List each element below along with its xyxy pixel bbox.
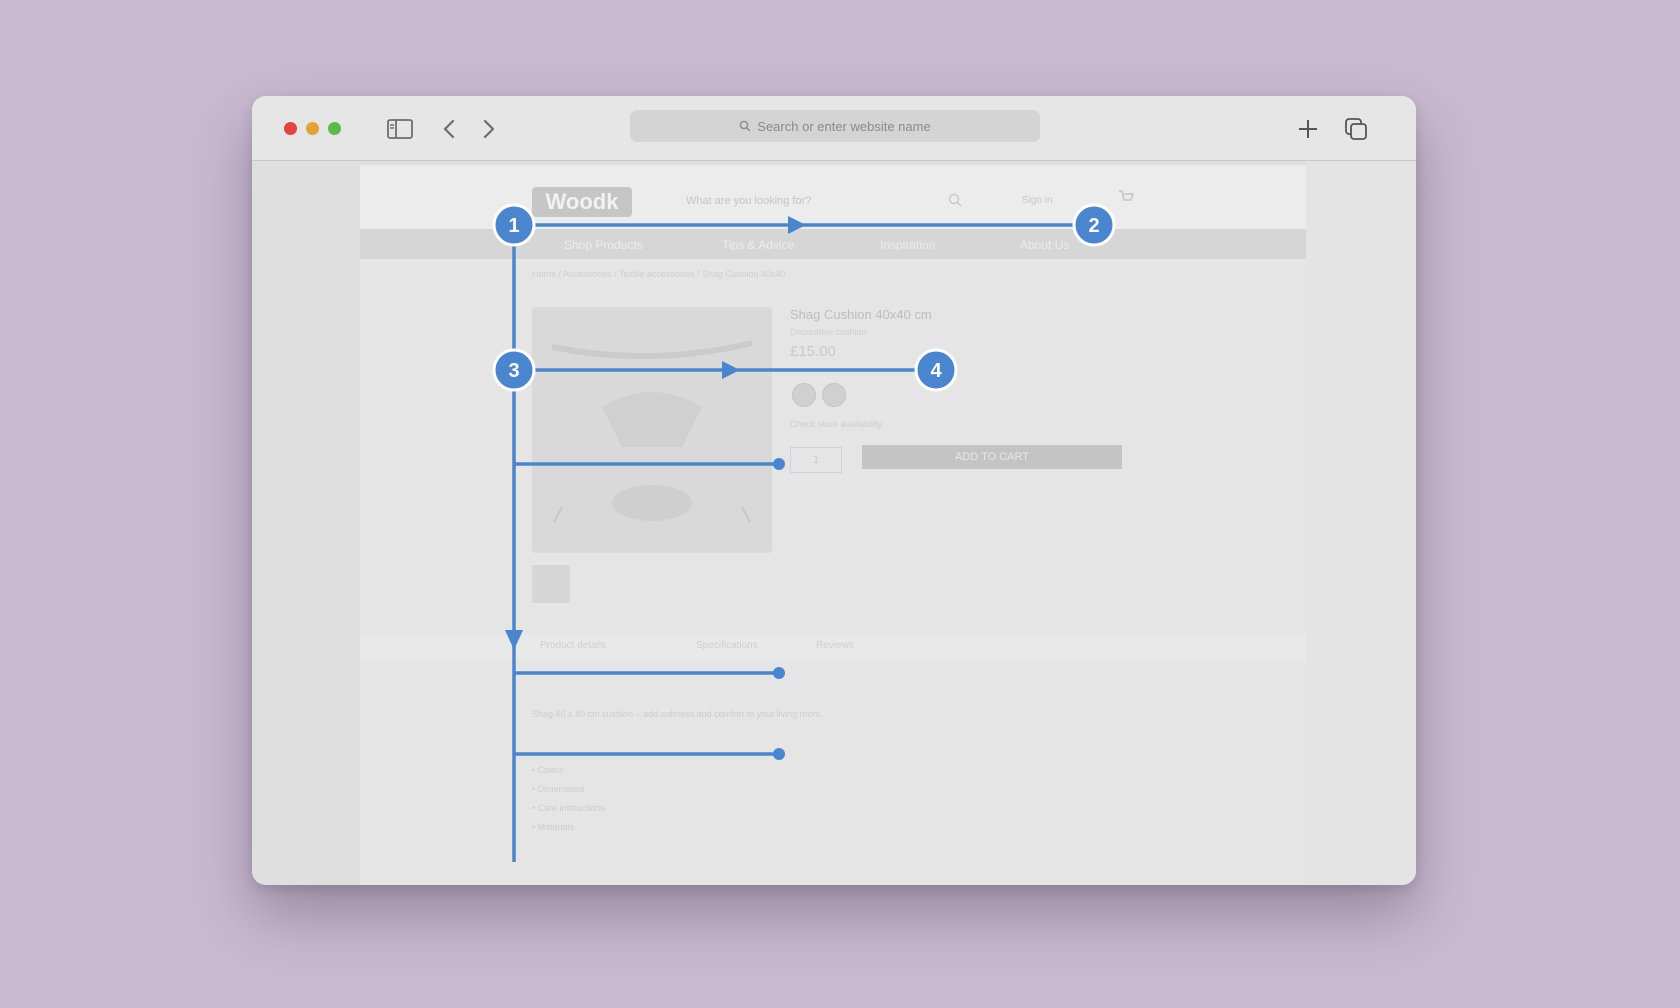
product-tabs: Product details Specifications Reviews xyxy=(360,635,1306,659)
flow-marker-label: 1 xyxy=(508,215,519,237)
tab-overview-icon[interactable] xyxy=(1342,116,1370,142)
nav-item-about[interactable]: About Us xyxy=(1020,238,1069,252)
flow-marker-1: 1 xyxy=(492,203,536,247)
flow-marker-label: 4 xyxy=(930,360,942,382)
webpage-wireframe: Woodk What are you looking for? Sign in … xyxy=(360,165,1306,885)
product-subtitle: Decorative cushion xyxy=(790,327,867,337)
zoom-window-button[interactable] xyxy=(328,122,341,135)
list-item: Materials xyxy=(532,818,605,837)
quantity-stepper[interactable]: 1 xyxy=(790,447,842,473)
site-logo[interactable]: Woodk xyxy=(532,187,632,217)
nav-item-inspiration[interactable]: Inspiration xyxy=(880,238,935,252)
address-placeholder: Search or enter website name xyxy=(757,118,931,134)
back-arrow-icon[interactable] xyxy=(436,116,464,142)
new-tab-plus-icon[interactable] xyxy=(1294,116,1322,142)
browser-toolbar: Search or enter website name xyxy=(252,96,1416,161)
flow-marker-3: 3 xyxy=(492,348,536,392)
browser-content: Woodk What are you looking for? Sign in … xyxy=(252,161,1416,885)
account-link[interactable]: Sign in xyxy=(1022,195,1053,206)
tab-details[interactable]: Product details xyxy=(540,640,606,651)
product-description: Shag 40 x 40 cm cushion – add softness a… xyxy=(532,709,823,719)
product-image[interactable] xyxy=(532,307,772,553)
product-feature-list: Colour Dimensions Care instructions Mate… xyxy=(532,761,606,837)
list-item: Colour xyxy=(532,761,605,780)
product-title: Shag Cushion 40x40 cm xyxy=(790,307,932,322)
list-item: Care instructions xyxy=(532,799,606,818)
flow-marker-label: 2 xyxy=(1088,215,1099,237)
flow-marker-label: 3 xyxy=(508,360,519,382)
add-to-cart-button[interactable]: ADD TO CART xyxy=(862,445,1122,469)
product-photo-icon xyxy=(551,340,753,523)
nav-item-tips[interactable]: Tips & Advice xyxy=(722,238,794,252)
product-price: £15.00 xyxy=(790,343,836,360)
browser-window: Search or enter website name Woodk What … xyxy=(252,96,1416,885)
tab-specifications[interactable]: Specifications xyxy=(696,640,758,651)
sidebar-toggle-icon[interactable] xyxy=(386,116,414,142)
search-icon xyxy=(739,120,751,132)
forward-arrow-icon[interactable] xyxy=(474,116,502,142)
color-swatch-1[interactable] xyxy=(792,383,816,407)
page-side-margin xyxy=(1306,161,1416,885)
address-bar[interactable]: Search or enter website name xyxy=(630,110,1040,142)
close-window-button[interactable] xyxy=(284,122,297,135)
stock-note[interactable]: Check store availability xyxy=(790,419,882,429)
cart-icon[interactable] xyxy=(1118,189,1134,205)
nav-item-shop[interactable]: Shop Products xyxy=(564,238,643,252)
list-item: Dimensions xyxy=(532,780,605,799)
breadcrumb: Home / Accessories / Textile accessories… xyxy=(532,269,786,279)
flow-marker-4: 4 xyxy=(914,348,958,392)
tab-reviews[interactable]: Reviews xyxy=(816,640,854,651)
minimize-window-button[interactable] xyxy=(306,122,319,135)
flow-marker-2: 2 xyxy=(1072,203,1116,247)
site-search-input[interactable]: What are you looking for? xyxy=(686,195,811,207)
color-swatch-2[interactable] xyxy=(822,383,846,407)
product-thumbnail[interactable] xyxy=(532,565,570,603)
site-search-icon[interactable] xyxy=(948,193,962,207)
